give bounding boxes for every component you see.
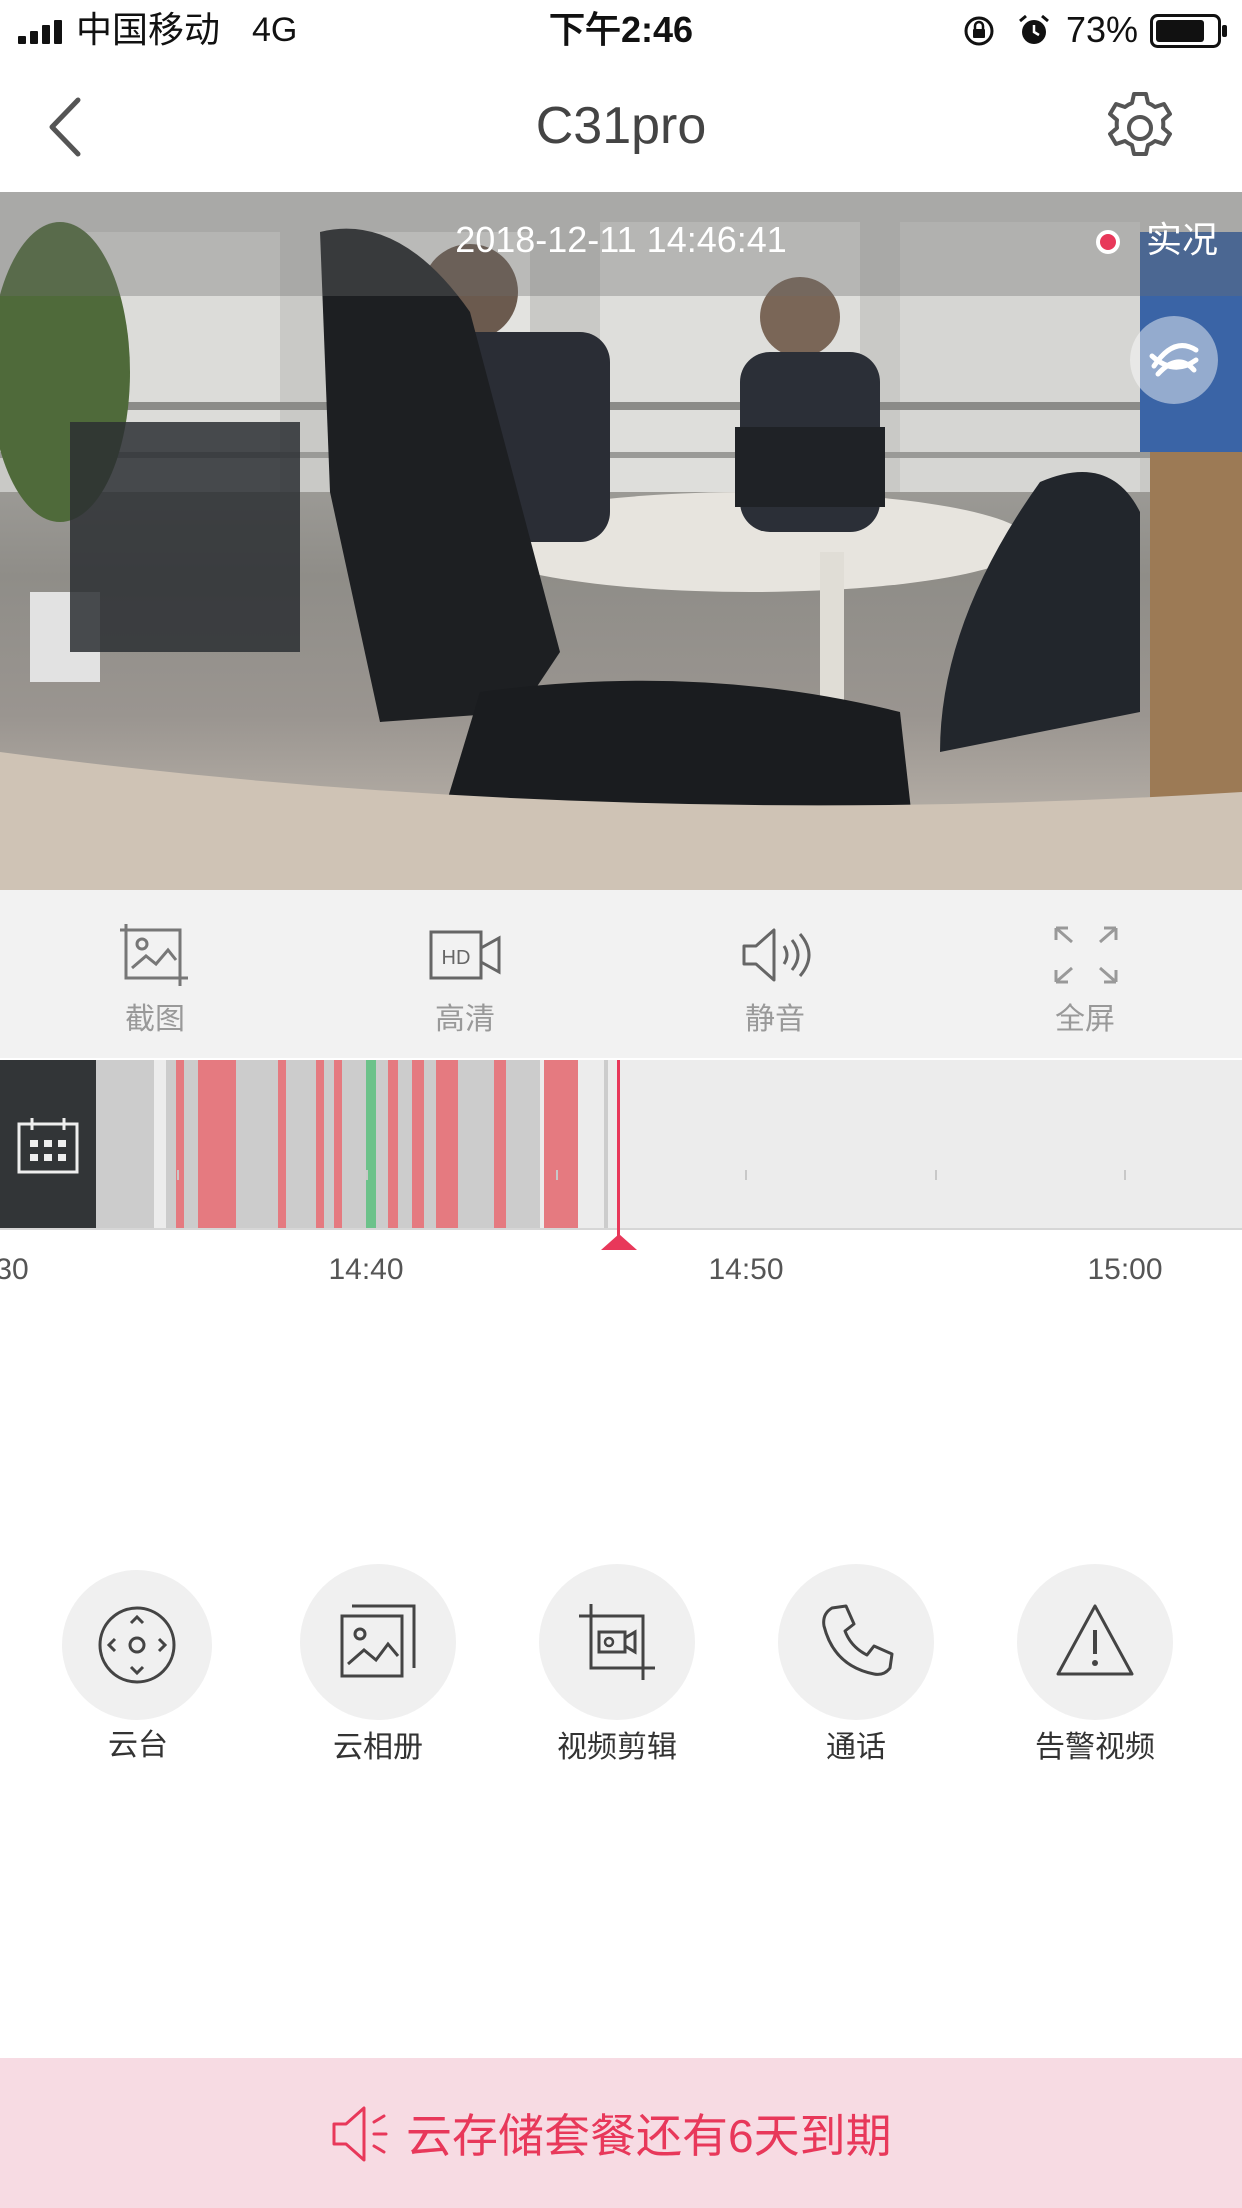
timeline-axis	[0, 1228, 1242, 1230]
alarm-icon	[1019, 14, 1049, 44]
pan-tilt-icon	[98, 1606, 176, 1684]
pan-tilt-button[interactable]: 云台	[22, 1560, 222, 1780]
hd-label: 高清	[435, 1003, 495, 1036]
call-button[interactable]: 通话	[740, 1560, 940, 1780]
timeline-tick-label: 14:50	[708, 1253, 784, 1286]
hd-icon: HD	[429, 930, 501, 980]
live-label[interactable]: 实况	[1146, 218, 1218, 262]
video-clip-label: 视频剪辑	[557, 1731, 677, 1764]
hd-button[interactable]: HD 高清	[310, 890, 620, 1058]
status-bar: 中国移动 4G 下午2:46 73%	[0, 0, 1242, 62]
cloud-storage-expiry-banner[interactable]: 云存储套餐还有6天到期	[0, 2058, 1242, 2208]
recording-segment	[604, 1060, 608, 1228]
alarm-segment	[388, 1060, 398, 1228]
battery-icon	[1150, 14, 1227, 48]
video-clip-icon	[579, 1604, 655, 1680]
call-circle[interactable]	[778, 1564, 934, 1720]
pan-tilt-circle[interactable]	[62, 1570, 212, 1720]
alarm-segment	[198, 1060, 236, 1228]
cloud-album-button[interactable]: 云相册	[262, 1560, 462, 1780]
timeline-tick	[366, 1170, 368, 1180]
video-clip-button[interactable]: 视频剪辑	[501, 1560, 701, 1780]
feature-actions: 云台 云相册 视频剪辑 通话 告警视频	[0, 1560, 1242, 1780]
recording-segment	[96, 1060, 154, 1228]
video-toolbar: 截图 HD 高清 静音 全屏	[0, 890, 1242, 1058]
alarm-video-button[interactable]: 告警视频	[979, 1560, 1179, 1780]
gear-icon[interactable]	[1100, 88, 1180, 168]
screenshot-label: 截图	[125, 1003, 185, 1036]
alarm-segment	[544, 1060, 578, 1228]
calendar-icon	[17, 1118, 79, 1174]
screenshot-icon	[120, 924, 188, 986]
alarm-segment	[412, 1060, 424, 1228]
alarm-segment	[494, 1060, 506, 1228]
timeline-tick	[935, 1170, 937, 1180]
warning-icon	[1056, 1604, 1134, 1676]
timeline-tick	[1124, 1170, 1126, 1180]
rotation-lock-icon	[964, 16, 994, 46]
playback-timeline[interactable]	[0, 1060, 1242, 1230]
banner-text: 云存储套餐还有6天到期	[406, 2110, 892, 2162]
cloud-album-circle[interactable]	[300, 1564, 456, 1720]
alarm-segment	[176, 1060, 184, 1228]
fullscreen-button[interactable]: 全屏	[930, 890, 1240, 1058]
china-mobile-logo-icon	[1130, 316, 1218, 404]
timeline-track[interactable]	[96, 1060, 1242, 1228]
mute-button[interactable]: 静音	[620, 890, 930, 1058]
timeline-tick-label: 15:00	[1087, 1253, 1163, 1286]
pan-tilt-label: 云台	[108, 1729, 168, 1762]
live-indicator-icon	[1096, 230, 1120, 254]
alarm-segment	[436, 1060, 458, 1228]
timeline-playhead[interactable]	[617, 1060, 620, 1236]
nav-bar: C31pro	[0, 62, 1242, 192]
timeline-tick-label: 14:40	[328, 1253, 404, 1286]
alarm-segment	[316, 1060, 324, 1228]
alarm-segment	[278, 1060, 286, 1228]
alarm-segment	[334, 1060, 342, 1228]
page-title: C31pro	[535, 97, 707, 155]
live-video-view[interactable]: 2018-12-11 14:46:41 实况	[0, 192, 1242, 890]
video-timestamp: 2018-12-11 14:46:41	[455, 219, 787, 260]
timeline-tick	[745, 1170, 747, 1180]
speaker-notice-icon	[332, 2106, 388, 2162]
cloud-album-label: 云相册	[333, 1731, 423, 1764]
call-label: 通话	[826, 1731, 886, 1764]
timeline-tick	[177, 1170, 179, 1180]
phone-icon	[822, 1604, 894, 1676]
svg-text:HD: HD	[442, 947, 471, 969]
playhead-marker-icon[interactable]	[601, 1234, 637, 1250]
timeline-tick-label: 30	[0, 1253, 29, 1286]
alarm-video-circle[interactable]	[1017, 1564, 1173, 1720]
alarm-video-label: 告警视频	[1035, 1731, 1155, 1764]
mute-label: 静音	[745, 1003, 805, 1036]
fullscreen-icon	[1054, 926, 1118, 984]
fullscreen-label: 全屏	[1055, 1003, 1115, 1036]
camera-feed-image	[0, 192, 1242, 890]
cloud-album-icon	[340, 1604, 416, 1678]
status-time: 下午2:46	[548, 9, 694, 50]
screenshot-button[interactable]: 截图	[0, 890, 310, 1058]
motion-segment	[366, 1060, 376, 1228]
speaker-icon	[742, 928, 811, 982]
video-clip-circle[interactable]	[539, 1564, 695, 1720]
timeline-tick	[556, 1170, 558, 1180]
battery-percent: 73%	[1066, 9, 1139, 50]
calendar-button[interactable]	[0, 1060, 96, 1228]
